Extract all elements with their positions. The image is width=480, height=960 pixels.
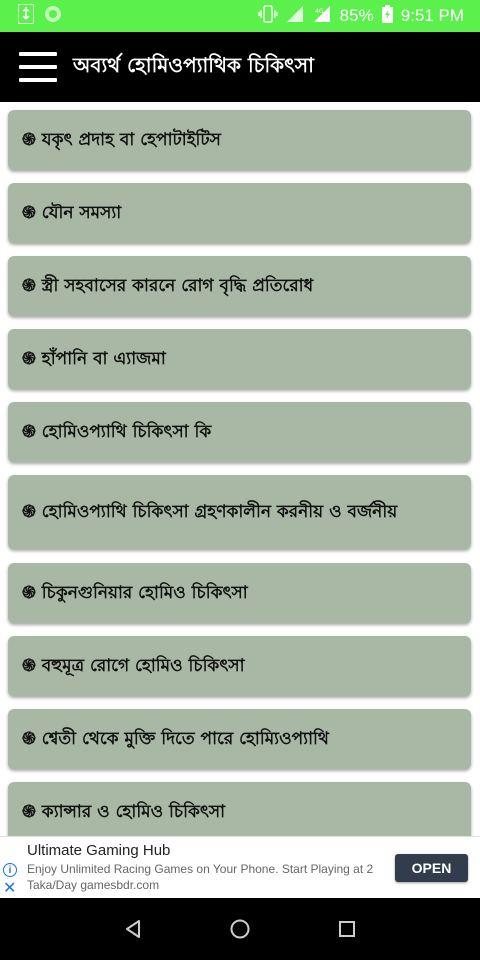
4g-signal-icon: 4G bbox=[312, 5, 332, 28]
list-item[interactable]: ֍ বহুমূত্র রোগে হোমিও চিকিৎসা bbox=[8, 636, 471, 696]
page-title: অব্যর্থ হোমিওপ্যাথিক চিকিৎসা bbox=[73, 52, 314, 77]
list-item[interactable]: ֍ যকৃৎ প্রদাহ বা হেপাটাইটিস bbox=[8, 110, 471, 170]
system-nav-bar bbox=[0, 898, 480, 960]
list-item[interactable]: ֍ শ্বেতী থেকে মুক্তি দিতে পারে হোম্যিওপ্… bbox=[8, 709, 471, 769]
ad-banner[interactable]: i ✕ Ultimate Gaming Hub Enjoy Unlimited … bbox=[0, 836, 480, 898]
list-item[interactable]: ֍ স্ত্রী সহবাসের কারনে রোগ বৃদ্ধি প্রতির… bbox=[8, 256, 471, 316]
vibrate-icon bbox=[258, 4, 278, 29]
list-item[interactable]: ֍ হাঁপানি বা এ্যাজমা bbox=[8, 329, 471, 389]
topic-list[interactable]: ֍ যকৃৎ প্রদাহ বা হেপাটাইটিস ֍ যৌন সমস্যা… bbox=[0, 102, 480, 836]
list-item-label: ֍ যকৃৎ প্রদাহ বা হেপাটাইটিস bbox=[22, 130, 221, 150]
ad-info-icon[interactable]: i bbox=[3, 863, 17, 877]
battery-level: 85% bbox=[339, 6, 374, 25]
ad-open-button[interactable]: OPEN bbox=[395, 854, 468, 882]
list-item-label: ֍ হোমিওপ্যাথি চিকিৎসা গ্রহণকালীন করনীয় … bbox=[22, 502, 398, 522]
list-item-label: ֍ বহুমূত্র রোগে হোমিও চিকিৎসা bbox=[22, 656, 245, 676]
app-bar: অব্যর্থ হোমিওপ্যাথিক চিকিৎসা bbox=[0, 32, 480, 102]
status-bar: 4G 85% 9:51 PM bbox=[0, 0, 480, 32]
ad-close-icon[interactable]: ✕ bbox=[3, 881, 16, 897]
list-item[interactable]: ֍ ক্যান্সার ও হোমিও চিকিৎসা bbox=[8, 782, 471, 836]
list-item-label: ֍ যৌন সমস্যা bbox=[22, 203, 122, 223]
list-item[interactable]: ֍ হোমিওপ্যাথি চিকিৎসা গ্রহণকালীন করনীয় … bbox=[8, 475, 471, 549]
svg-text:4G: 4G bbox=[315, 8, 324, 15]
list-item-label: ֍ হোমিওপ্যাথি চিকিৎসা কি bbox=[22, 422, 212, 442]
ad-description: Enjoy Unlimited Racing Games on Your Pho… bbox=[27, 862, 374, 892]
list-item[interactable]: ֍ চিকুনগুনিয়ার হোমিও চিকিৎসা bbox=[8, 563, 471, 623]
sync-icon bbox=[44, 5, 62, 28]
recents-icon[interactable] bbox=[327, 909, 367, 949]
list-item[interactable]: ֍ হোমিওপ্যাথি চিকিৎসা কি bbox=[8, 402, 471, 462]
ad-title[interactable]: Ultimate Gaming Hub bbox=[27, 842, 170, 859]
clock: 9:51 PM bbox=[400, 6, 464, 25]
list-item-label: ֍ স্ত্রী সহবাসের কারনে রোগ বৃদ্ধি প্রতির… bbox=[22, 276, 314, 296]
list-item-label: ֍ হাঁপানি বা এ্যাজমা bbox=[22, 349, 166, 369]
list-item[interactable]: ֍ যৌন সমস্যা bbox=[8, 183, 471, 243]
list-item-label: ֍ ক্যান্সার ও হোমিও চিকিৎসা bbox=[22, 802, 226, 822]
hamburger-menu-icon[interactable] bbox=[19, 52, 57, 82]
battery-charging-icon bbox=[381, 4, 393, 28]
list-item-label: ֍ শ্বেতী থেকে মুক্তি দিতে পারে হোম্যিওপ্… bbox=[22, 729, 329, 749]
usb-icon bbox=[17, 2, 35, 29]
back-icon[interactable] bbox=[113, 909, 153, 949]
list-item-label: ֍ চিকুনগুনিয়ার হোমিও চিকিৎসা bbox=[22, 583, 248, 603]
signal-icon bbox=[286, 5, 304, 28]
home-icon[interactable] bbox=[220, 909, 260, 949]
